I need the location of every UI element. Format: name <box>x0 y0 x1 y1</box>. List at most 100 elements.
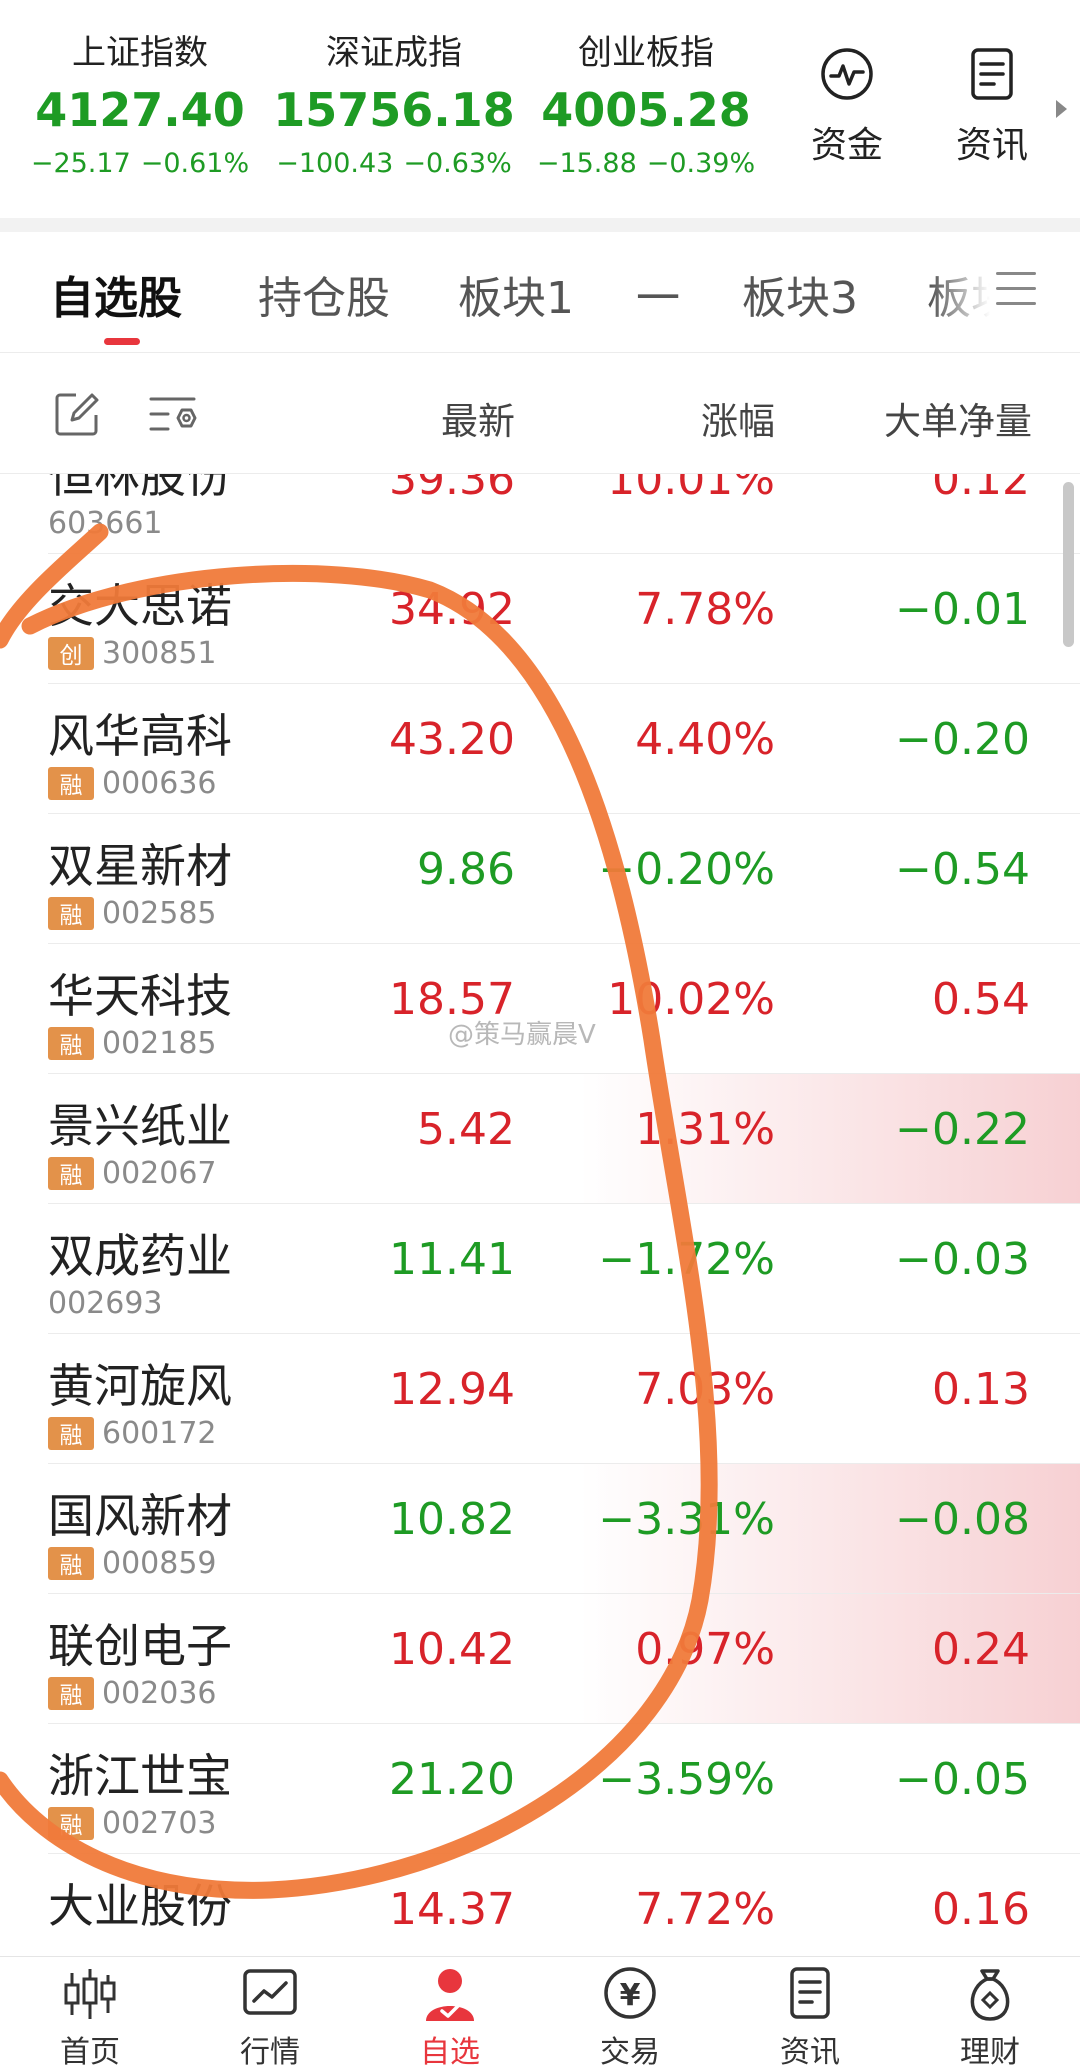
column-change-pct[interactable]: 涨幅 <box>701 391 775 445</box>
stock-row[interactable]: 交大思诺创 300851 34.92 7.78% −0.01 <box>0 554 1080 684</box>
news-label: 资讯 <box>955 125 1028 166</box>
index-header: 上证指数 4127.40 −25.17 −0.61% 深证成指 15756.18 … <box>0 0 1080 218</box>
stock-change-pct: −3.59% <box>598 1754 775 1805</box>
nav-label: 首页 <box>60 2035 120 2070</box>
stock-net-volume: 0.24 <box>932 1624 1030 1675</box>
stock-code: 300851 <box>102 635 217 671</box>
stock-net-volume: 0.16 <box>932 1884 1030 1935</box>
stock-change-pct: 4.40% <box>635 714 775 765</box>
stock-net-volume: 0.12 <box>932 474 1030 505</box>
stock-name: 华天科技 <box>48 969 232 1023</box>
stock-row[interactable]: 风华高科融 000636 43.20 4.40% −0.20 <box>0 684 1080 814</box>
stock-net-volume: −0.08 <box>895 1494 1030 1545</box>
nav-trade[interactable]: ¥ 交易 <box>555 1965 705 2071</box>
stock-row[interactable]: 国风新材融 000859 10.82 −3.31% −0.08 <box>0 1464 1080 1594</box>
stock-row[interactable]: 联创电子融 002036 10.42 0.97% 0.24 <box>0 1594 1080 1724</box>
stock-meta: 融 600172 <box>48 1415 217 1451</box>
stock-row[interactable]: 华天科技融 002185 18.57 10.02% 0.54 <box>0 944 1080 1074</box>
stock-net-volume: −0.20 <box>895 714 1030 765</box>
stock-price: 21.20 <box>389 1754 515 1805</box>
column-header: 最新 涨幅 大单净量 <box>0 353 1080 474</box>
stock-code: 600172 <box>102 1415 217 1451</box>
stock-row[interactable]: 大业股份 14.37 7.72% 0.16 <box>0 1854 1080 1956</box>
tab-holdings[interactable]: 持仓股 <box>258 262 390 326</box>
stock-price: 10.82 <box>389 1494 515 1545</box>
stock-name: 联创电子 <box>48 1619 232 1673</box>
watermark-text: @策马赢晨V <box>448 1020 596 1050</box>
stock-row[interactable]: 黄河旋风融 600172 12.94 7.03% 0.13 <box>0 1334 1080 1464</box>
list-scrollbar[interactable] <box>1063 482 1074 647</box>
tab-sector-3[interactable]: 板块3 <box>742 262 858 326</box>
stock-price: 9.86 <box>417 844 515 895</box>
stock-tag-badge: 创 <box>48 636 94 670</box>
stock-code: 002703 <box>102 1805 217 1841</box>
stock-name: 景兴纸业 <box>48 1099 232 1153</box>
stock-net-volume: −0.22 <box>895 1104 1030 1155</box>
stock-code: 002185 <box>102 1025 217 1061</box>
stock-price: 10.42 <box>389 1624 515 1675</box>
stock-name: 国风新材 <box>48 1489 232 1543</box>
stock-code: 002036 <box>102 1675 217 1711</box>
stock-price: 39.36 <box>389 474 515 505</box>
stock-change-pct: 7.78% <box>635 584 775 635</box>
scroll-right-arrow-icon[interactable] <box>1056 100 1067 118</box>
index-name: 上证指数 <box>72 33 208 73</box>
stock-tag-badge: 融 <box>48 1026 94 1060</box>
nav-label: 行情 <box>240 2035 300 2070</box>
stock-tag-badge: 融 <box>48 1676 94 1710</box>
stock-row[interactable]: 双星新材融 002585 9.86 −0.20% −0.54 <box>0 814 1080 944</box>
stock-price: 11.41 <box>389 1234 515 1285</box>
stock-net-volume: −0.54 <box>895 844 1030 895</box>
stock-net-volume: 0.54 <box>932 974 1030 1025</box>
bottom-navigation: 首页 行情 自选 ¥ 交易 资讯 理财 <box>0 1956 1080 2070</box>
stock-code: 000636 <box>102 765 217 801</box>
stock-change-pct: 10.01% <box>607 474 775 505</box>
stock-code: 002693 <box>48 1285 163 1321</box>
stock-code: 002585 <box>102 895 217 931</box>
stock-meta: 融 002703 <box>48 1805 217 1841</box>
money-bag-icon <box>970 1969 1010 2021</box>
index-sse[interactable]: 上证指数 4127.40 −25.17 −0.61% <box>10 30 270 179</box>
candlestick-home-icon <box>64 1969 116 2019</box>
stock-row[interactable]: 景兴纸业融 002067 5.42 1.31% −0.22 <box>0 1074 1080 1204</box>
stock-change-pct: −3.31% <box>598 1494 775 1545</box>
watchlist-user-icon <box>426 1969 474 2021</box>
stock-name: 交大思诺 <box>48 579 232 633</box>
news-button[interactable]: 资讯 <box>932 46 1052 168</box>
stock-meta: 603661 <box>48 505 163 541</box>
tab-menu-icon[interactable] <box>996 272 1036 312</box>
stock-row[interactable]: 恒林股份 603661 39.36 10.01% 0.12 <box>0 474 1080 554</box>
column-latest[interactable]: 最新 <box>441 391 515 445</box>
nav-watchlist[interactable]: 自选 <box>375 1965 525 2071</box>
index-chinext[interactable]: 创业板指 4005.28 −15.88 −0.39% <box>516 30 776 179</box>
stock-meta: 002693 <box>48 1285 163 1321</box>
index-value: 15756.18 <box>273 83 515 137</box>
stock-tag-badge: 融 <box>48 1416 94 1450</box>
stock-change-pct: −1.72% <box>598 1234 775 1285</box>
stock-name: 黄河旋风 <box>48 1359 232 1413</box>
stock-list[interactable]: 恒林股份 603661 39.36 10.01% 0.12 交大思诺创 300851 34.9… <box>0 474 1080 1956</box>
tab-sector-2[interactable]: 一 <box>636 262 680 326</box>
nav-wealth[interactable]: 理财 <box>915 1965 1065 2071</box>
tab-sector-1[interactable]: 板块1 <box>458 262 574 326</box>
stock-name: 恒林股份 <box>48 474 232 503</box>
nav-label: 资讯 <box>780 2035 840 2070</box>
index-value: 4005.28 <box>541 83 751 137</box>
stock-tag-badge: 融 <box>48 766 94 800</box>
nav-news[interactable]: 资讯 <box>735 1965 885 2071</box>
stock-change-pct: 0.97% <box>635 1624 775 1675</box>
edit-icon[interactable] <box>52 389 102 439</box>
nav-home[interactable]: 首页 <box>15 1965 165 2071</box>
nav-market[interactable]: 行情 <box>195 1965 345 2071</box>
filter-settings-icon[interactable] <box>148 389 198 439</box>
column-net-volume[interactable]: 大单净量 <box>884 391 1032 445</box>
tab-watchlist[interactable]: 自选股 <box>50 262 182 326</box>
stock-meta: 融 002185 <box>48 1025 217 1061</box>
stock-change-pct: −0.20% <box>598 844 775 895</box>
stock-code: 603661 <box>48 505 163 541</box>
stock-row[interactable]: 浙江世宝融 002703 21.20 −3.59% −0.05 <box>0 1724 1080 1854</box>
stock-row[interactable]: 双成药业 002693 11.41 −1.72% −0.03 <box>0 1204 1080 1334</box>
stock-tag-badge: 融 <box>48 1156 94 1190</box>
index-szse[interactable]: 深证成指 15756.18 −100.43 −0.63% <box>264 30 524 179</box>
fund-flow-button[interactable]: 资金 <box>787 46 907 168</box>
